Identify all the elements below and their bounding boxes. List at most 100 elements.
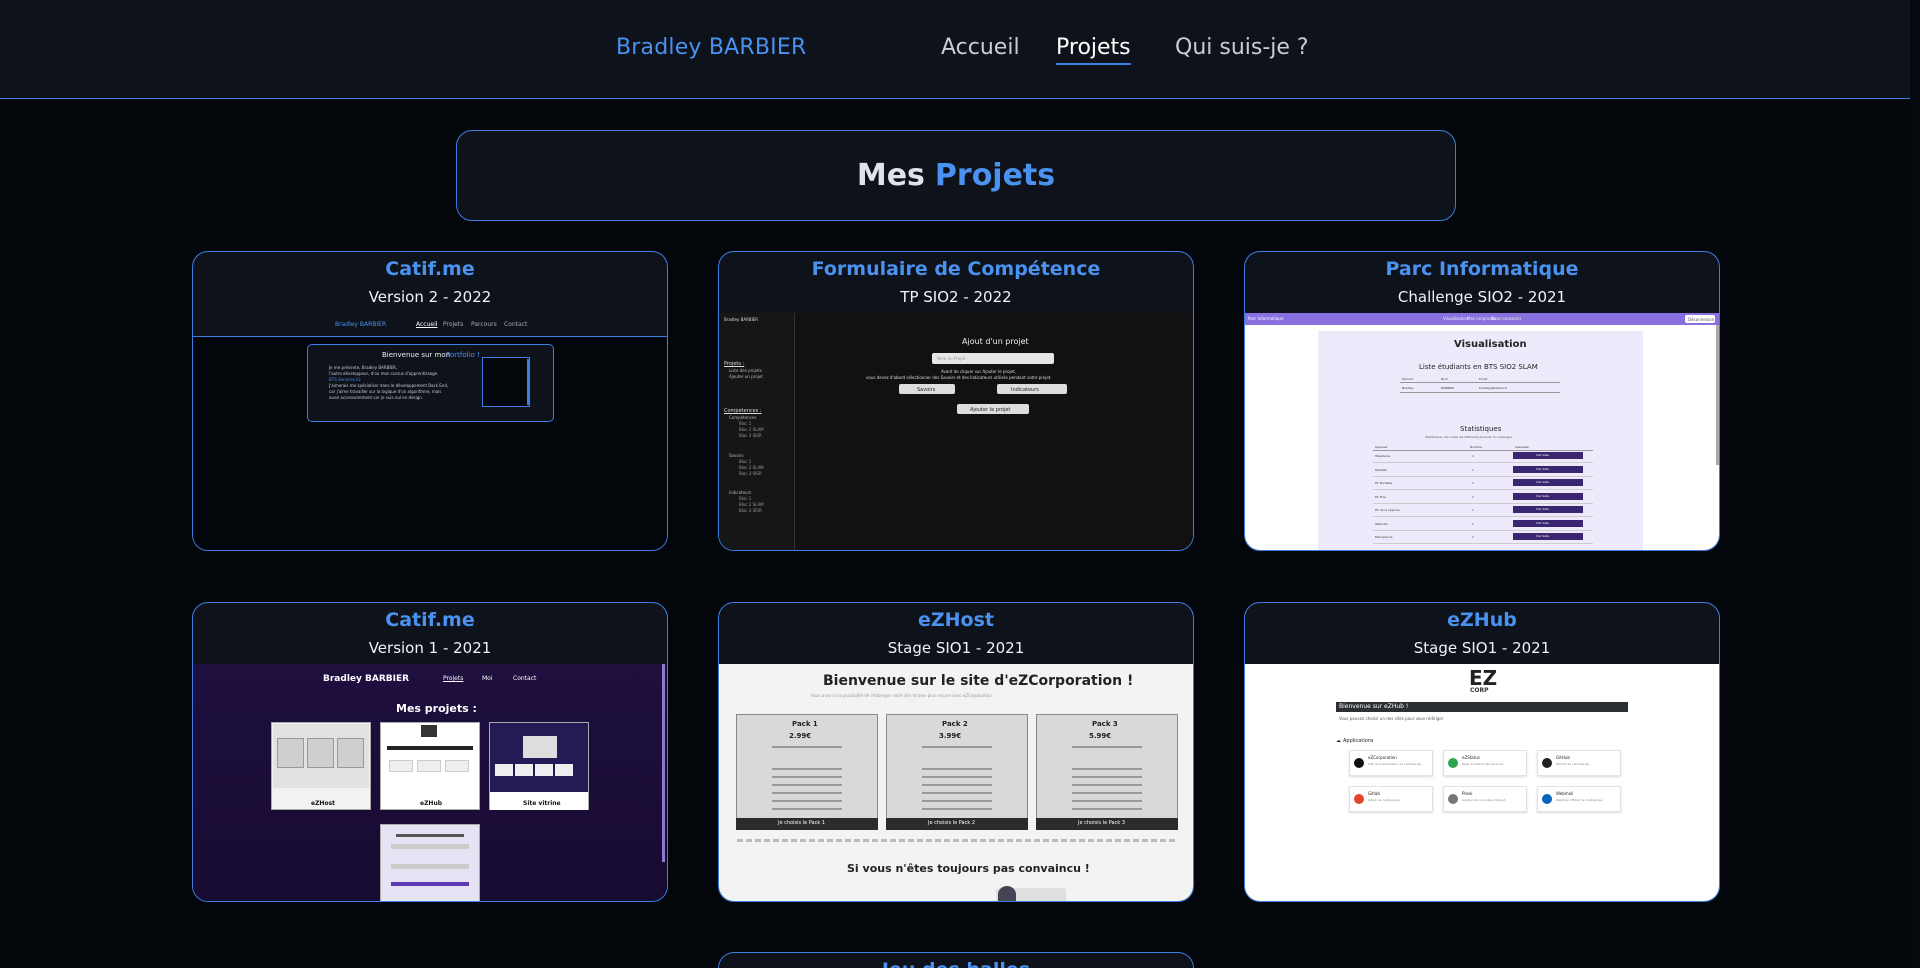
preview-app-desc: Gestion de nos sites internet [1462,798,1506,802]
preview-pack-feature [922,792,992,794]
preview-pack-feature [772,768,842,770]
project-card-catif-v2[interactable]: Catif.me Version 2 - 2022 Bradley BARBIE… [192,251,668,551]
preview-td: 1 [1472,481,1474,485]
preview-line: BTS Services IG [329,377,361,382]
preview-nav: Moi [482,675,493,682]
preview-td: Bradley [1402,386,1414,390]
card-title: Catif.me [385,609,475,631]
project-card-formulaire[interactable]: Formulaire de Compétence TP SIO2 - 2022 … [718,251,1194,551]
preview-brand: Bradley BARBIER [323,674,410,684]
preview-td: Téléphone [1375,454,1391,458]
project-card-ezhost[interactable]: eZHost Stage SIO1 - 2021 Bienvenue sur l… [718,602,1194,902]
card-subtitle: Challenge SIO2 - 2021 [1397,288,1567,306]
nav-link-projets[interactable]: Projets [1056,35,1131,65]
page-title-part2: Projets [934,158,1056,193]
preview-view-button-label: Voir liste [1536,466,1549,471]
preview-topbar-title: Parc Informatique [1248,316,1284,321]
preview-pack-name: Pack 1 [792,720,818,728]
nav-link-qui-suis-je[interactable]: Qui suis-je ? [1175,35,1309,60]
preview-view-button-label: Voir liste [1536,534,1549,538]
card-title: Jeu des balles [719,959,1193,968]
preview-td: PC Portable [1375,481,1393,485]
preview-app-desc: Site de présentation de l'entreprise [1368,762,1422,766]
preview-nav: Parcours [471,321,497,328]
preview-form-title: Ajout d'un projet [962,337,1029,346]
preview-app-desc: GitHub de l'entreprise [1556,762,1590,766]
card-subtitle: Version 1 - 2021 [368,639,492,657]
preview-side: Bloc 3 SISR [739,433,762,438]
preview-pack-feature [922,768,992,770]
preview-side: Bloc 3 SISR [739,471,762,476]
preview-row-divider [1373,475,1593,477]
preview-td: PC de la régione [1375,508,1400,512]
preview-view-button-label: Voir liste [1536,480,1549,484]
preview-nav: Accueil [416,321,438,328]
preview-stats-title: Statistiques [1460,425,1502,433]
app-icon [1354,794,1364,804]
nav-link-accueil[interactable]: Accueil [941,35,1020,60]
page-title: Mes Projets [456,130,1456,221]
preview-app-desc: Page de statut des services [1462,762,1504,766]
preview-pack-name: Pack 3 [1092,720,1118,728]
preview-pack-feature [922,746,992,748]
card-preview-image: Bradley BARBIER Accueil Projets Parcours… [193,313,667,550]
project-card-catif-v1[interactable]: Catif.me Version 1 - 2021 Bradley BARBIE… [192,602,668,902]
navbar: Bradley BARBIER Accueil Projets Qui suis… [0,0,1910,99]
preview-td: Microphone [1375,535,1393,539]
preview-row-divider [1373,529,1593,531]
preview-heading: Mes projets : [396,702,477,715]
preview-pack-button-label: Je choisis le Pack 1 [778,820,826,826]
card-subtitle: Version 2 - 2022 [368,288,492,306]
preview-line: Je me présente, Bradley BARBIER, [329,365,398,370]
project-card-ezhub[interactable]: eZHub Stage SIO1 - 2021 EZ CORP Bienvenu… [1244,602,1720,902]
card-title: eZHost [917,609,994,631]
project-card-parc-informatique[interactable]: Parc Informatique Challenge SIO2 - 2021 … [1244,251,1720,551]
preview-row-divider [1373,543,1593,544]
preview-brand: Bradley BARBIER [724,317,759,322]
card-preview-image: Bienvenue sur le site d'eZCorporation ! … [719,664,1193,901]
preview-pack-price: 3.99€ [939,732,962,740]
preview-th: Nom [1441,377,1449,381]
preview-pack-feature [1072,792,1142,794]
card-subtitle: Stage SIO1 - 2021 [1413,639,1551,657]
preview-nav: Projets [443,321,464,328]
preview-td: 1 [1472,521,1474,526]
preview-pack-feature [1072,776,1142,778]
preview-pack-feature [1072,768,1142,770]
preview-pack-feature [772,776,842,778]
preview-apps-title: Applications [1343,738,1374,744]
preview-td: 1 [1472,535,1474,539]
preview-app-name: Plesk [1462,791,1473,796]
preview-btn: Savoirs [917,387,936,393]
preview-pack-feature [772,746,842,748]
page-title-part1: Mes [856,158,925,193]
preview-brand: Bradley BARBIER [335,321,387,328]
preview-pack-feature [922,808,992,810]
app-icon [1354,758,1364,768]
scrollbar[interactable] [1910,0,1920,968]
preview-side: Ajouter un projet [729,374,763,379]
brand-link[interactable]: Bradley BARBIER [616,35,806,60]
preview-nav: Projets [443,675,464,682]
preview-pack-price: 2.99€ [789,732,812,740]
preview-nav: Contact [504,321,528,328]
preview-pack-feature [922,776,992,778]
app-icon [1448,758,1458,768]
preview-topbar-btn: Déconnexion [1688,317,1715,322]
project-card-jeu-des-balles[interactable]: Jeu des balles [718,952,1194,968]
preview-pack-price: 5.99€ [1089,732,1112,740]
preview-td: Tablette [1375,467,1387,472]
preview-topbar-link: Nous contacter [1491,316,1522,321]
preview-td: Webcam [1375,521,1388,526]
preview-pack-feature [1072,800,1142,802]
preview-view-button-label: Voir liste [1536,520,1549,525]
card-title: Catif.me [385,258,475,280]
preview-intro: Vous pouvez choisir un des sites pour vo… [1339,716,1444,721]
preview-heading: Bienvenue sur le site d'eZCorporation ! [823,673,1134,689]
preview-line: car j'aime travailler sur la logique d'u… [329,389,442,394]
preview-footer-line: Si vous n'êtes toujours pas convaincu ! [847,862,1090,875]
preview-help: vous devez d'abord sélectionner des Savo… [866,375,1052,380]
preview-td: 1 [1472,467,1474,472]
card-title: eZHub [1447,609,1517,631]
preview-row-divider [1373,462,1593,463]
